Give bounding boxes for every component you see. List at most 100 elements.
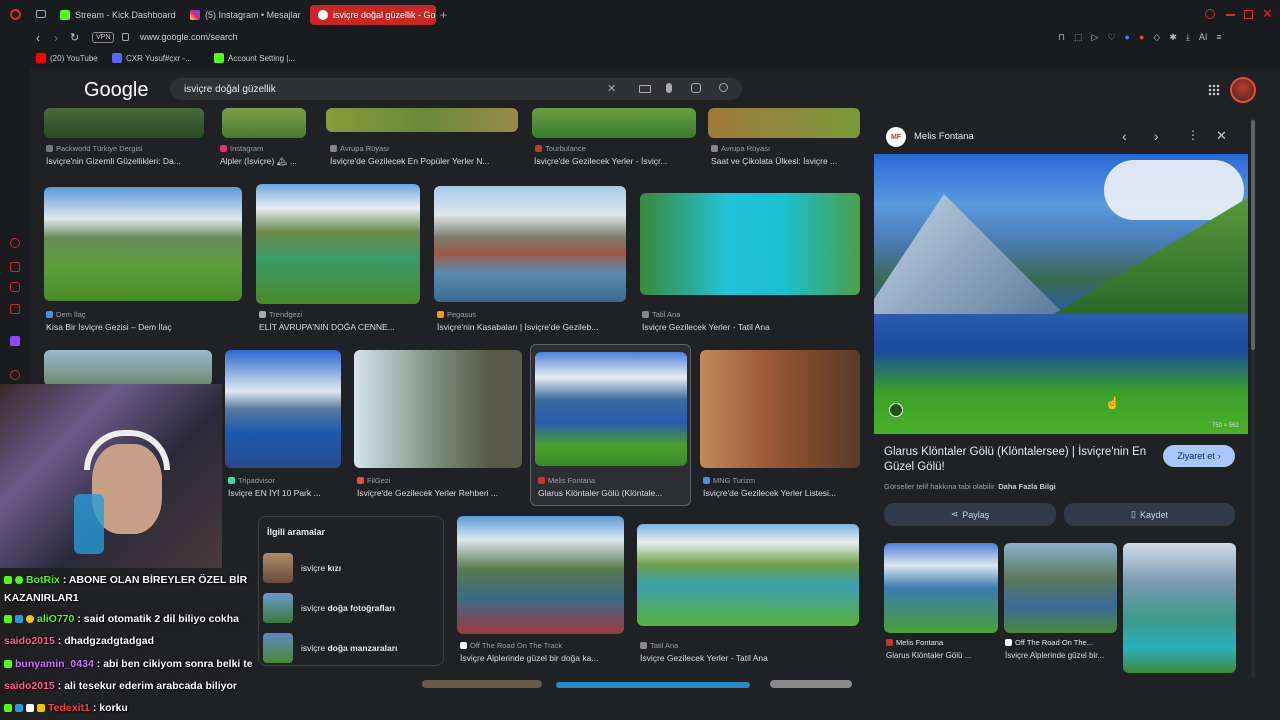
sidebar-messenger-icon[interactable] — [10, 304, 20, 314]
sidebar-history-icon[interactable] — [10, 370, 20, 380]
sidebar-twitch-icon[interactable] — [10, 336, 20, 346]
result-title[interactable]: İsviçre'de Gezilecek Yerler - İsviçr... — [534, 156, 694, 166]
voice-search-icon[interactable] — [666, 83, 672, 93]
related-image[interactable] — [1004, 543, 1117, 633]
result-image[interactable] — [457, 516, 624, 634]
result-title[interactable]: Alpler (İsviçre) 🏔 ... — [220, 156, 320, 167]
result-image[interactable] — [422, 680, 542, 688]
result-image[interactable] — [256, 184, 420, 304]
forward-icon[interactable]: › — [54, 31, 58, 45]
result-image[interactable] — [354, 350, 522, 468]
result-title[interactable]: İsviçre'de Gezilecek Yerler Listesi... — [703, 488, 861, 498]
result-image[interactable] — [700, 350, 860, 468]
result-source[interactable]: Off The Road On The Track — [460, 641, 562, 650]
keyboard-icon[interactable] — [639, 85, 651, 93]
result-title[interactable]: İsviçre'de Gezilecek Yerler Rehberi ... — [357, 488, 525, 498]
puzzle-icon[interactable]: ✱ — [1169, 32, 1177, 43]
aria-ai-icon[interactable]: AI — [1199, 32, 1208, 43]
download-icon[interactable]: ⤓ — [1186, 32, 1190, 43]
player-icon[interactable]: ▷ — [1092, 32, 1099, 43]
close-panel-icon[interactable]: ✕ — [1216, 128, 1227, 144]
result-title[interactable]: İsviçre'de Gezilecek En Popüler Yerler N… — [330, 156, 520, 166]
result-image[interactable] — [770, 680, 852, 688]
result-source[interactable]: Avrupa Rüyası — [711, 144, 770, 153]
result-source[interactable]: Trendgezi — [259, 310, 302, 319]
apps-grid-icon[interactable] — [1208, 84, 1220, 96]
search-tabs-icon[interactable] — [1205, 9, 1215, 19]
panel-scrollbar-thumb[interactable] — [1251, 120, 1255, 350]
result-source[interactable]: Instagram — [220, 144, 263, 153]
new-tab-plus-icon[interactable]: + — [440, 8, 447, 22]
menu-icon[interactable]: ≡ — [1216, 32, 1221, 43]
result-source[interactable]: FilGezi — [357, 476, 390, 485]
next-image-icon[interactable]: › — [1154, 128, 1159, 144]
sidebar-crypto-icon[interactable] — [10, 262, 20, 272]
prev-image-icon[interactable]: ‹ — [1122, 128, 1127, 144]
result-title[interactable]: İsviçre Gezilecek Yerler - Tatil Ana — [642, 322, 842, 332]
panel-site-name[interactable]: Melis Fontana — [914, 131, 974, 142]
extension-blue-icon[interactable]: ● — [1125, 32, 1130, 43]
bookmark-account-setting[interactable]: Account Setting |... — [214, 53, 295, 63]
result-title[interactable]: ELİT AVRUPA'NIN DOĞA CENNE... — [259, 322, 421, 332]
result-title[interactable]: İsviçre'nin Gizemli Güzellikleri: Da... — [46, 156, 206, 166]
snapshot-icon[interactable]: ⬚ — [1074, 32, 1083, 43]
save-button[interactable]: ▯ Kaydet — [1064, 503, 1235, 526]
result-image[interactable] — [222, 108, 306, 138]
back-icon[interactable]: ‹ — [36, 31, 40, 45]
related-image[interactable] — [1123, 543, 1236, 673]
result-source[interactable]: Avrupa Rüyası — [330, 144, 389, 153]
result-image[interactable] — [637, 524, 859, 626]
result-source[interactable]: Dem İlaç — [46, 310, 86, 319]
result-image[interactable] — [640, 193, 860, 295]
related-title[interactable]: Glarus Klöntaler Gölü ... — [886, 651, 998, 660]
more-options-icon[interactable]: ⋮ — [1187, 128, 1199, 142]
preview-image[interactable] — [874, 154, 1248, 434]
result-image[interactable] — [326, 108, 518, 132]
result-source[interactable]: Packworld Türkiye Dergisi — [46, 144, 143, 153]
related-title[interactable]: İsviçre Alplerinde güzel bir... — [1005, 651, 1117, 660]
result-source[interactable]: Tourbulance — [535, 144, 586, 153]
bookmark-youtube[interactable]: (20) YouTube — [36, 53, 98, 63]
result-title[interactable]: Glarus Klöntaler Gölü (Klöntale... — [538, 488, 686, 498]
lens-icon[interactable] — [691, 83, 701, 93]
search-icon[interactable] — [719, 83, 728, 92]
result-title[interactable]: İsviçre Alplerinde güzel bir doğa ka... — [460, 653, 625, 663]
search-input[interactable]: isviçre doğal güzellik — [170, 78, 742, 100]
site-logo[interactable]: MF — [886, 127, 906, 147]
result-image[interactable] — [532, 108, 696, 138]
sidebar-instagram-icon[interactable] — [10, 282, 20, 292]
visit-button[interactable]: Ziyaret et › — [1163, 445, 1235, 467]
minimize-icon[interactable] — [1226, 14, 1235, 16]
extension-red-icon[interactable]: ● — [1139, 32, 1144, 43]
result-title[interactable]: Kısa Bir İsviçre Gezisi – Dem İlaç — [46, 322, 242, 332]
result-image[interactable] — [434, 186, 626, 302]
bookmark-cxr[interactable]: CXR Yusuf#cxr -... — [112, 53, 192, 63]
result-source[interactable]: Pegasus — [437, 310, 476, 319]
close-window-icon[interactable]: ✕ — [1262, 6, 1273, 22]
google-logo[interactable]: Google — [84, 79, 149, 102]
related-source[interactable]: Off The Road On The... — [1005, 638, 1093, 647]
extension-icon[interactable]: ◇ — [1153, 32, 1160, 43]
reload-icon[interactable]: ↻ — [70, 31, 79, 44]
result-image[interactable] — [708, 108, 860, 138]
more-info-link[interactable]: Daha Fazla Bilgi — [998, 482, 1056, 491]
result-source[interactable]: Tatil Ana — [642, 310, 680, 319]
result-title[interactable]: İsviçre Gezilecek Yerler - Tatil Ana — [640, 653, 860, 663]
vpn-badge[interactable]: VPN — [92, 32, 115, 43]
result-source[interactable]: Tripadvisor — [228, 476, 275, 485]
result-source[interactable]: Tatil Ana — [640, 641, 678, 650]
tab-google-search[interactable]: isviçre doğal güzellik - Goo — [310, 5, 436, 25]
maximize-icon[interactable] — [1244, 10, 1253, 19]
tab-kick-dashboard[interactable]: Stream - Kick Dashboard — [52, 5, 180, 25]
account-avatar[interactable] — [1230, 77, 1256, 103]
result-image[interactable] — [44, 108, 204, 138]
related-source[interactable]: Melis Fontana — [886, 638, 943, 647]
result-source[interactable]: MNG Turizm — [703, 476, 755, 485]
result-image[interactable] — [535, 352, 687, 466]
heart-icon[interactable]: ♡ — [1107, 32, 1115, 43]
lens-search-icon[interactable] — [889, 403, 903, 417]
sidebar-aria-icon[interactable] — [10, 238, 20, 248]
result-source[interactable]: Melis Fontana — [538, 476, 595, 485]
result-title[interactable]: İsviçre EN İYİ 10 Park ... — [228, 488, 340, 498]
result-image[interactable] — [44, 187, 242, 301]
